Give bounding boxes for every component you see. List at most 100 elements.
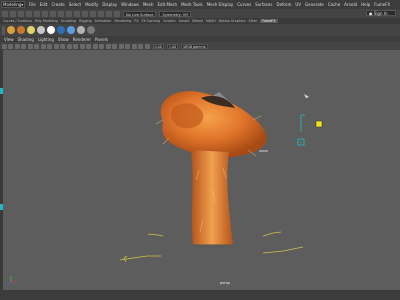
backface-culling-icon[interactable] (144, 43, 150, 49)
menu-fumefx[interactable]: FumeFX (374, 2, 390, 7)
menu-curves[interactable]: Curves (237, 2, 251, 7)
snap-view-icon[interactable] (90, 10, 96, 17)
ipr-render-icon[interactable] (106, 10, 112, 17)
gamma-field[interactable]: 1.00 (166, 43, 179, 49)
shelf-tool-icon-3[interactable] (27, 26, 35, 34)
select-by-component-icon[interactable] (58, 10, 64, 17)
snap-point-icon[interactable] (82, 10, 88, 17)
menu-mesh[interactable]: Mesh (143, 2, 154, 7)
grid-icon[interactable] (27, 43, 33, 49)
resolution-gate-icon[interactable] (40, 43, 46, 49)
symmetry-field[interactable]: Symmetry: Off (159, 10, 191, 17)
viewmenu-lighting[interactable]: Lighting (38, 37, 54, 42)
gate-mask-icon[interactable] (47, 43, 52, 49)
select-by-hierarchy-icon[interactable] (42, 10, 48, 17)
time-slider-bar[interactable] (0, 290, 400, 300)
redo-icon[interactable] (34, 10, 40, 17)
shelf-tool-icon-2[interactable] (17, 26, 25, 34)
menu-generate[interactable]: Generate (305, 2, 324, 7)
shelf-tool-icon-9[interactable] (87, 26, 95, 34)
menu-modify[interactable]: Modify (85, 2, 98, 7)
viewmenu-show[interactable]: Show (58, 37, 69, 42)
isolate-select-icon[interactable] (125, 43, 130, 49)
menu-help[interactable]: Help (361, 2, 370, 7)
image-plane-icon[interactable] (21, 43, 26, 49)
shelf-tab-animation[interactable]: Animation (95, 19, 112, 23)
menu-edit[interactable]: Edit (40, 2, 48, 7)
menu-deform[interactable]: Deform (276, 2, 291, 7)
shelf-tab-arnold[interactable]: Arnold (179, 19, 190, 23)
shelf-tab-rendering[interactable]: Rendering (114, 19, 131, 23)
shelf-tab-custom[interactable]: Custom (163, 19, 176, 23)
xray-joints-icon[interactable] (138, 43, 143, 49)
menu-windows[interactable]: Windows (121, 2, 139, 7)
viewmenu-renderer[interactable]: Renderer (73, 37, 91, 42)
save-scene-icon[interactable] (18, 10, 24, 17)
camera-label: persp (220, 281, 230, 285)
film-gate-icon[interactable] (34, 43, 39, 49)
viewport-persp[interactable]: persp (3, 50, 400, 290)
menu-display[interactable]: Display (102, 2, 117, 7)
anti-aliasing-icon[interactable] (118, 43, 124, 49)
shelf-tab-rigging[interactable]: Rigging (79, 19, 92, 23)
select-camera-icon[interactable] (1, 43, 7, 49)
snap-curve-icon[interactable] (74, 10, 80, 17)
render-settings-icon[interactable] (114, 10, 120, 17)
shelf-tab-xgen[interactable]: XGen (248, 19, 257, 23)
shelf-tab-sculpting[interactable]: Sculpting (61, 19, 76, 23)
open-scene-icon[interactable] (10, 10, 16, 17)
smooth-shade-icon[interactable] (73, 43, 78, 49)
bookmark-icon[interactable] (14, 43, 20, 49)
menu-create[interactable]: Create (51, 2, 64, 7)
shelf-tool-icon-7[interactable] (67, 26, 75, 34)
shelf-tab-fx-caching[interactable]: FX Caching (141, 19, 160, 23)
menu-surfaces[interactable]: Surfaces (255, 2, 272, 7)
menu-uv[interactable]: UV (295, 2, 301, 7)
color-space-dropdown[interactable]: sRGB gamma (181, 43, 208, 49)
shelf-tab-bifrost[interactable]: Bifrost (192, 19, 203, 23)
snap-grid-icon[interactable] (66, 10, 72, 17)
shelf-tool-icon-4[interactable] (37, 26, 45, 34)
motion-blur-icon[interactable] (112, 43, 117, 49)
shelf-tool-icon-1[interactable] (7, 26, 15, 34)
undo-icon[interactable] (26, 10, 32, 17)
menu-mesh-tools[interactable]: Mesh Tools (181, 2, 203, 7)
mode-selector[interactable]: Modeling ▾ (1, 1, 25, 8)
shelf-tool-icon-5[interactable] (47, 26, 55, 34)
exposure-field[interactable]: 0.00 (152, 43, 164, 49)
select-by-object-icon[interactable] (50, 10, 56, 17)
viewmenu-panels[interactable]: Panels (95, 37, 108, 42)
shelf-tool-icon-8[interactable] (77, 26, 85, 34)
shelf-tab-fx[interactable]: FX (134, 19, 138, 23)
shelf-tab-mash[interactable]: MASH (206, 19, 216, 23)
sign-in-button[interactable]: ● Sign In (366, 10, 396, 16)
menu-cache[interactable]: Cache (328, 2, 340, 7)
new-scene-icon[interactable] (2, 10, 8, 17)
ambient-occlusion-icon[interactable] (105, 43, 111, 49)
textured-icon[interactable] (86, 43, 91, 49)
shelf-tool-icon-6[interactable] (57, 26, 65, 34)
wireframe-icon[interactable] (66, 43, 72, 49)
shelf-tab-fumefx[interactable]: FumeFX (260, 19, 278, 23)
shelf-options-icon[interactable] (2, 25, 5, 35)
menu-edit-mesh[interactable]: Edit Mesh (158, 2, 178, 7)
menu-select[interactable]: Select (69, 2, 81, 7)
viewport-canvas[interactable] (3, 50, 400, 290)
menu-arnold[interactable]: Arnold (344, 2, 357, 7)
field-chart-icon[interactable] (53, 43, 59, 49)
shelf-tab-motion-graphics[interactable]: Motion Graphics (219, 19, 246, 23)
viewmenu-shading[interactable]: Shading (18, 37, 34, 42)
live-surface-field[interactable]: No Live Surface (123, 10, 157, 17)
render-icon[interactable] (98, 10, 104, 17)
xray-icon[interactable] (131, 43, 137, 49)
shadows-icon[interactable] (99, 43, 104, 49)
use-lights-icon[interactable] (92, 43, 98, 49)
menu-mesh-display[interactable]: Mesh Display (207, 2, 234, 7)
safe-action-icon[interactable] (60, 43, 65, 49)
wireframe-on-shaded-icon[interactable] (79, 43, 85, 49)
menu-file[interactable]: File (29, 2, 36, 7)
camera-attributes-icon[interactable] (8, 43, 13, 49)
shelf-tab-curves-surfaces[interactable]: Curves / Surfaces (3, 19, 32, 23)
viewmenu-view[interactable]: View (4, 37, 14, 42)
shelf-tab-poly-modeling[interactable]: Poly Modeling (35, 19, 58, 23)
